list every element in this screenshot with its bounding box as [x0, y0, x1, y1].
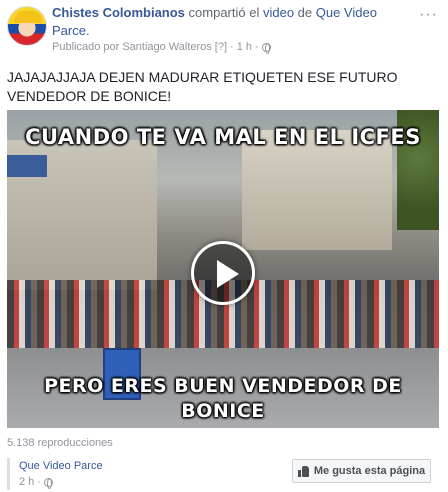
like-page-label: Me gusta esta página [313, 465, 426, 477]
post-time[interactable]: 1 h [237, 41, 252, 53]
video-player[interactable]: CUANDO TE VA MAL EN EL ICFES PERO ERES B… [7, 110, 439, 428]
video-sign [7, 155, 47, 177]
connector-text: de [294, 5, 316, 20]
avatar[interactable] [7, 6, 47, 46]
published-marker[interactable]: [?] [215, 41, 227, 53]
post-meta: Publicado por Santiago Walteros [?] · 1 … [52, 41, 271, 54]
globe-icon[interactable] [261, 42, 271, 54]
post-header: Chistes Colombianos compartió el video d… [0, 0, 448, 62]
post-text: JAJAJAJJAJA DEJEN MADURAR ETIQUETEN ESE … [7, 69, 398, 104]
thumbs-up-icon [297, 465, 309, 477]
footer-divider [7, 458, 10, 490]
play-icon [217, 260, 239, 288]
footer-globe-icon [43, 477, 53, 489]
published-by: Publicado por Santiago Walteros [52, 41, 212, 53]
action-text: compartió el [184, 5, 263, 20]
author-link[interactable]: Chistes Colombianos [52, 5, 185, 20]
avatar-hat [14, 11, 42, 23]
video-caption-top: CUANDO TE VA MAL EN EL ICFES [25, 125, 421, 149]
footer-meta: 2 h · [19, 476, 53, 489]
period-text: . [85, 23, 90, 38]
play-button[interactable] [191, 241, 255, 305]
meta-separator: · [230, 41, 234, 53]
page-footer: Que Video Parce 2 h · Me gusta esta pági… [0, 453, 448, 492]
footer-page-link[interactable]: Que Video Parce [19, 460, 103, 472]
more-icon[interactable]: ··· [419, 6, 438, 24]
like-page-button[interactable]: Me gusta esta página [292, 459, 431, 483]
footer-time[interactable]: 2 h [19, 476, 34, 488]
meta-separator-2: · [255, 41, 259, 53]
video-link[interactable]: video [263, 5, 294, 20]
footer-separator: · [37, 476, 41, 488]
view-count: 5.138 reproducciones [7, 437, 113, 449]
post-title-line: Chistes Colombianos compartió el video d… [52, 4, 412, 40]
video-caption-bottom: PERO ERES BUEN VENDEDOR DE BONICE [44, 375, 402, 422]
